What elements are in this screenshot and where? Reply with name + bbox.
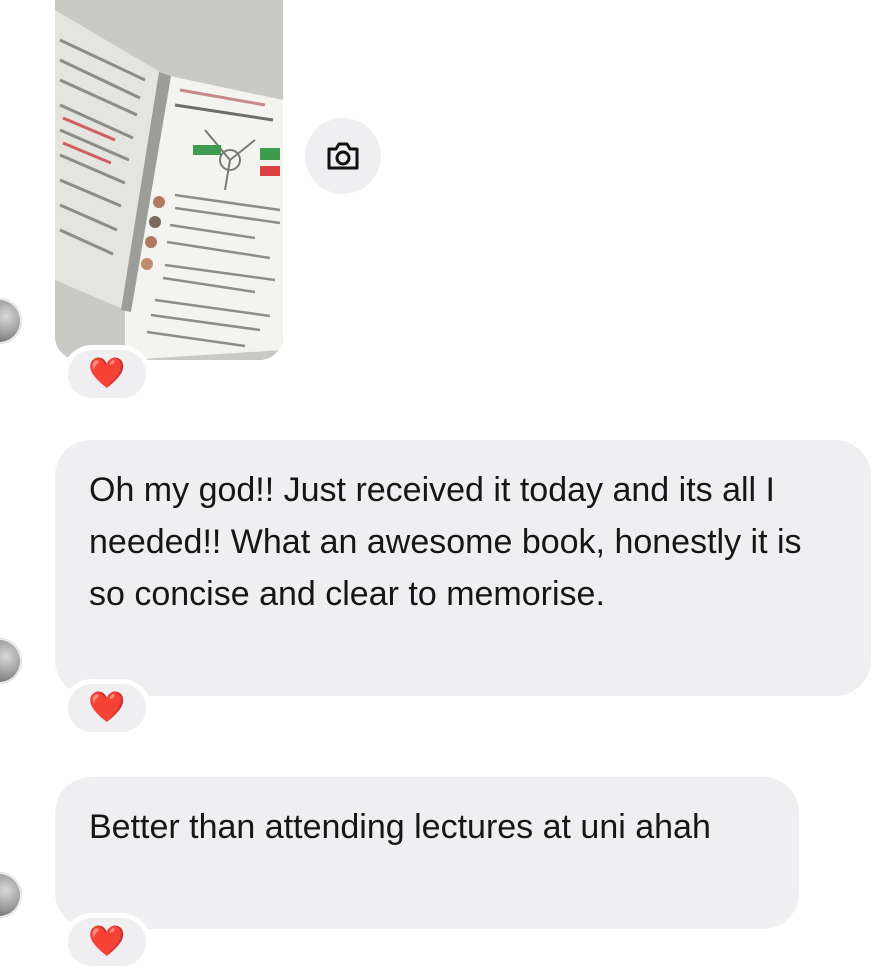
red-heart-icon: ❤️: [88, 357, 126, 390]
message-bubble[interactable]: Oh my god!! Just received it today and i…: [55, 440, 871, 696]
message-text: Oh my god!! Just received it today and i…: [89, 471, 802, 613]
reaction-badge[interactable]: ❤️: [68, 918, 146, 966]
sender-avatar[interactable]: [0, 638, 22, 684]
red-heart-icon: ❤️: [88, 925, 126, 958]
camera-icon: [327, 142, 359, 170]
book-photo-illustration: [55, 0, 283, 360]
sender-avatar[interactable]: [0, 298, 22, 344]
reaction-badge[interactable]: ❤️: [68, 684, 146, 732]
reaction-badge[interactable]: ❤️: [68, 350, 146, 398]
message-text: Better than attending lectures at uni ah…: [89, 808, 711, 846]
camera-button[interactable]: [305, 118, 381, 194]
red-heart-icon: ❤️: [88, 691, 126, 724]
sender-avatar[interactable]: [0, 872, 22, 918]
message-bubble[interactable]: Better than attending lectures at uni ah…: [55, 777, 799, 929]
message-photo[interactable]: [55, 0, 283, 360]
